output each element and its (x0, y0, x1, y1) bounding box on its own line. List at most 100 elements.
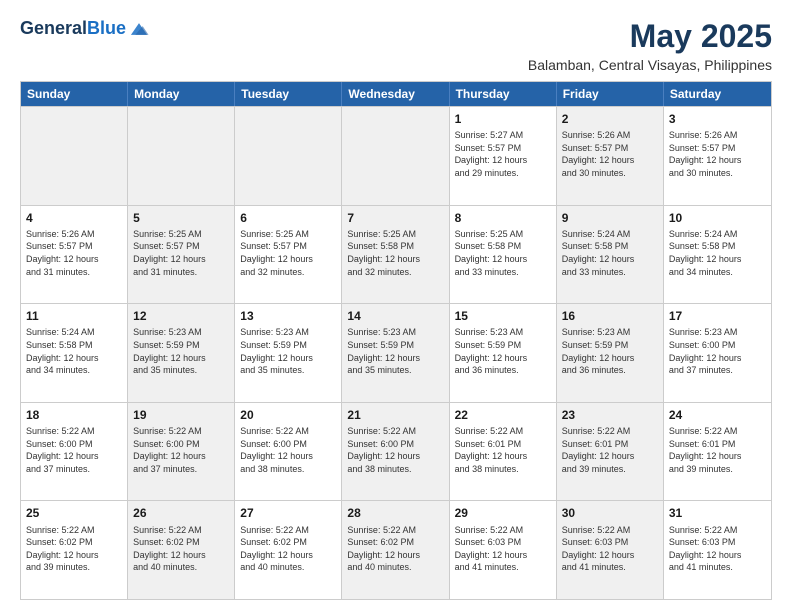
day-number: 31 (669, 505, 766, 521)
calendar-row: 4Sunrise: 5:26 AM Sunset: 5:57 PM Daylig… (21, 205, 771, 304)
weekday-header: Thursday (450, 82, 557, 106)
calendar-cell: 15 Sunrise: 5:23 AM Sunset: 5:59 PM Dayli… (450, 304, 557, 402)
calendar-cell: 13 Sunrise: 5:23 AM Sunset: 5:59 PM Dayli… (235, 304, 342, 402)
day-info: Sunrise: 5:22 AM Sunset: 6:02 PM Dayligh… (347, 524, 443, 574)
weekday-header: Sunday (21, 82, 128, 106)
day-number: 22 (455, 407, 551, 423)
day-info: Sunrise: 5:22 AM Sunset: 6:01 PM Dayligh… (562, 425, 658, 475)
day-number: 12 (133, 308, 229, 324)
calendar-cell (235, 107, 342, 205)
calendar-cell: 14 Sunrise: 5:23 AM Sunset: 5:59 PM Dayli… (342, 304, 449, 402)
calendar-cell: 3Sunrise: 5:26 AM Sunset: 5:57 PM Daylig… (664, 107, 771, 205)
calendar-cell: 7 Sunrise: 5:25 AM Sunset: 5:58 PM Daylig… (342, 206, 449, 304)
day-number: 6 (240, 210, 336, 226)
day-info: Sunrise: 5:26 AM Sunset: 5:57 PM Dayligh… (562, 129, 658, 179)
calendar-cell: 5 Sunrise: 5:25 AM Sunset: 5:57 PM Daylig… (128, 206, 235, 304)
calendar-cell: 20Sunrise: 5:22 AM Sunset: 6:00 PM Dayli… (235, 403, 342, 501)
day-info: Sunrise: 5:23 AM Sunset: 5:59 PM Dayligh… (240, 326, 336, 376)
logo-icon (128, 18, 150, 40)
calendar-cell: 19 Sunrise: 5:22 AM Sunset: 6:00 PM Dayli… (128, 403, 235, 501)
subtitle: Balamban, Central Visayas, Philippines (528, 57, 772, 73)
weekday-header: Monday (128, 82, 235, 106)
day-number: 17 (669, 308, 766, 324)
day-info: Sunrise: 5:25 AM Sunset: 5:58 PM Dayligh… (347, 228, 443, 278)
day-number: 11 (26, 308, 122, 324)
day-info: Sunrise: 5:22 AM Sunset: 6:00 PM Dayligh… (133, 425, 229, 475)
day-number: 26 (133, 505, 229, 521)
calendar-cell: 22 Sunrise: 5:22 AM Sunset: 6:01 PM Dayli… (450, 403, 557, 501)
calendar-cell (128, 107, 235, 205)
day-number: 15 (455, 308, 551, 324)
logo: GeneralBlue (20, 18, 150, 40)
weekday-header: Wednesday (342, 82, 449, 106)
day-info: Sunrise: 5:22 AM Sunset: 6:01 PM Dayligh… (455, 425, 551, 475)
day-number: 7 (347, 210, 443, 226)
calendar-cell: 8Sunrise: 5:25 AM Sunset: 5:58 PM Daylig… (450, 206, 557, 304)
day-info: Sunrise: 5:22 AM Sunset: 6:02 PM Dayligh… (133, 524, 229, 574)
calendar-cell: 18 Sunrise: 5:22 AM Sunset: 6:00 PM Dayli… (21, 403, 128, 501)
day-info: Sunrise: 5:22 AM Sunset: 6:02 PM Dayligh… (240, 524, 336, 574)
day-number: 18 (26, 407, 122, 423)
day-number: 2 (562, 111, 658, 127)
calendar-cell: 21 Sunrise: 5:22 AM Sunset: 6:00 PM Dayli… (342, 403, 449, 501)
day-info: Sunrise: 5:22 AM Sunset: 6:03 PM Dayligh… (562, 524, 658, 574)
calendar: SundayMondayTuesdayWednesdayThursdayFrid… (20, 81, 772, 600)
calendar-cell: 4Sunrise: 5:26 AM Sunset: 5:57 PM Daylig… (21, 206, 128, 304)
day-info: Sunrise: 5:23 AM Sunset: 5:59 PM Dayligh… (455, 326, 551, 376)
day-info: Sunrise: 5:22 AM Sunset: 6:03 PM Dayligh… (455, 524, 551, 574)
day-number: 4 (26, 210, 122, 226)
day-number: 30 (562, 505, 658, 521)
day-info: Sunrise: 5:22 AM Sunset: 6:00 PM Dayligh… (26, 425, 122, 475)
calendar-cell: 24 Sunrise: 5:22 AM Sunset: 6:01 PM Dayli… (664, 403, 771, 501)
day-number: 19 (133, 407, 229, 423)
day-number: 14 (347, 308, 443, 324)
day-info: Sunrise: 5:24 AM Sunset: 5:58 PM Dayligh… (669, 228, 766, 278)
day-number: 20 (240, 407, 336, 423)
logo-general: General (20, 18, 87, 38)
day-info: Sunrise: 5:25 AM Sunset: 5:57 PM Dayligh… (133, 228, 229, 278)
header: GeneralBlue May 2025 Balamban, Central V… (20, 18, 772, 73)
day-info: Sunrise: 5:23 AM Sunset: 5:59 PM Dayligh… (347, 326, 443, 376)
day-number: 25 (26, 505, 122, 521)
calendar-cell: 1 Sunrise: 5:27 AM Sunset: 5:57 PM Daylig… (450, 107, 557, 205)
calendar-cell: 9Sunrise: 5:24 AM Sunset: 5:58 PM Daylig… (557, 206, 664, 304)
day-number: 23 (562, 407, 658, 423)
day-number: 5 (133, 210, 229, 226)
calendar-cell: 26 Sunrise: 5:22 AM Sunset: 6:02 PM Dayli… (128, 501, 235, 599)
day-info: Sunrise: 5:27 AM Sunset: 5:57 PM Dayligh… (455, 129, 551, 179)
day-info: Sunrise: 5:22 AM Sunset: 6:00 PM Dayligh… (347, 425, 443, 475)
calendar-cell: 29 Sunrise: 5:22 AM Sunset: 6:03 PM Dayli… (450, 501, 557, 599)
calendar-cell: 10Sunrise: 5:24 AM Sunset: 5:58 PM Dayli… (664, 206, 771, 304)
day-info: Sunrise: 5:26 AM Sunset: 5:57 PM Dayligh… (669, 129, 766, 179)
day-number: 16 (562, 308, 658, 324)
title-block: May 2025 Balamban, Central Visayas, Phil… (528, 18, 772, 73)
calendar-cell (342, 107, 449, 205)
day-info: Sunrise: 5:25 AM Sunset: 5:58 PM Dayligh… (455, 228, 551, 278)
day-number: 21 (347, 407, 443, 423)
calendar-cell: 11Sunrise: 5:24 AM Sunset: 5:58 PM Dayli… (21, 304, 128, 402)
day-number: 29 (455, 505, 551, 521)
calendar-body: 1 Sunrise: 5:27 AM Sunset: 5:57 PM Daylig… (21, 106, 771, 599)
day-number: 24 (669, 407, 766, 423)
day-number: 9 (562, 210, 658, 226)
weekday-header: Friday (557, 82, 664, 106)
calendar-cell: 28 Sunrise: 5:22 AM Sunset: 6:02 PM Dayli… (342, 501, 449, 599)
calendar-cell (21, 107, 128, 205)
calendar-row: 1 Sunrise: 5:27 AM Sunset: 5:57 PM Daylig… (21, 106, 771, 205)
day-number: 28 (347, 505, 443, 521)
calendar-header: SundayMondayTuesdayWednesdayThursdayFrid… (21, 82, 771, 106)
calendar-cell: 2 Sunrise: 5:26 AM Sunset: 5:57 PM Daylig… (557, 107, 664, 205)
calendar-cell: 27Sunrise: 5:22 AM Sunset: 6:02 PM Dayli… (235, 501, 342, 599)
calendar-cell: 16Sunrise: 5:23 AM Sunset: 5:59 PM Dayli… (557, 304, 664, 402)
day-number: 13 (240, 308, 336, 324)
day-info: Sunrise: 5:23 AM Sunset: 5:59 PM Dayligh… (133, 326, 229, 376)
day-number: 1 (455, 111, 551, 127)
calendar-cell: 23 Sunrise: 5:22 AM Sunset: 6:01 PM Dayli… (557, 403, 664, 501)
day-info: Sunrise: 5:22 AM Sunset: 6:01 PM Dayligh… (669, 425, 766, 475)
calendar-cell: 6Sunrise: 5:25 AM Sunset: 5:57 PM Daylig… (235, 206, 342, 304)
day-info: Sunrise: 5:23 AM Sunset: 6:00 PM Dayligh… (669, 326, 766, 376)
calendar-cell: 31Sunrise: 5:22 AM Sunset: 6:03 PM Dayli… (664, 501, 771, 599)
weekday-header: Saturday (664, 82, 771, 106)
weekday-header: Tuesday (235, 82, 342, 106)
main-title: May 2025 (528, 18, 772, 55)
